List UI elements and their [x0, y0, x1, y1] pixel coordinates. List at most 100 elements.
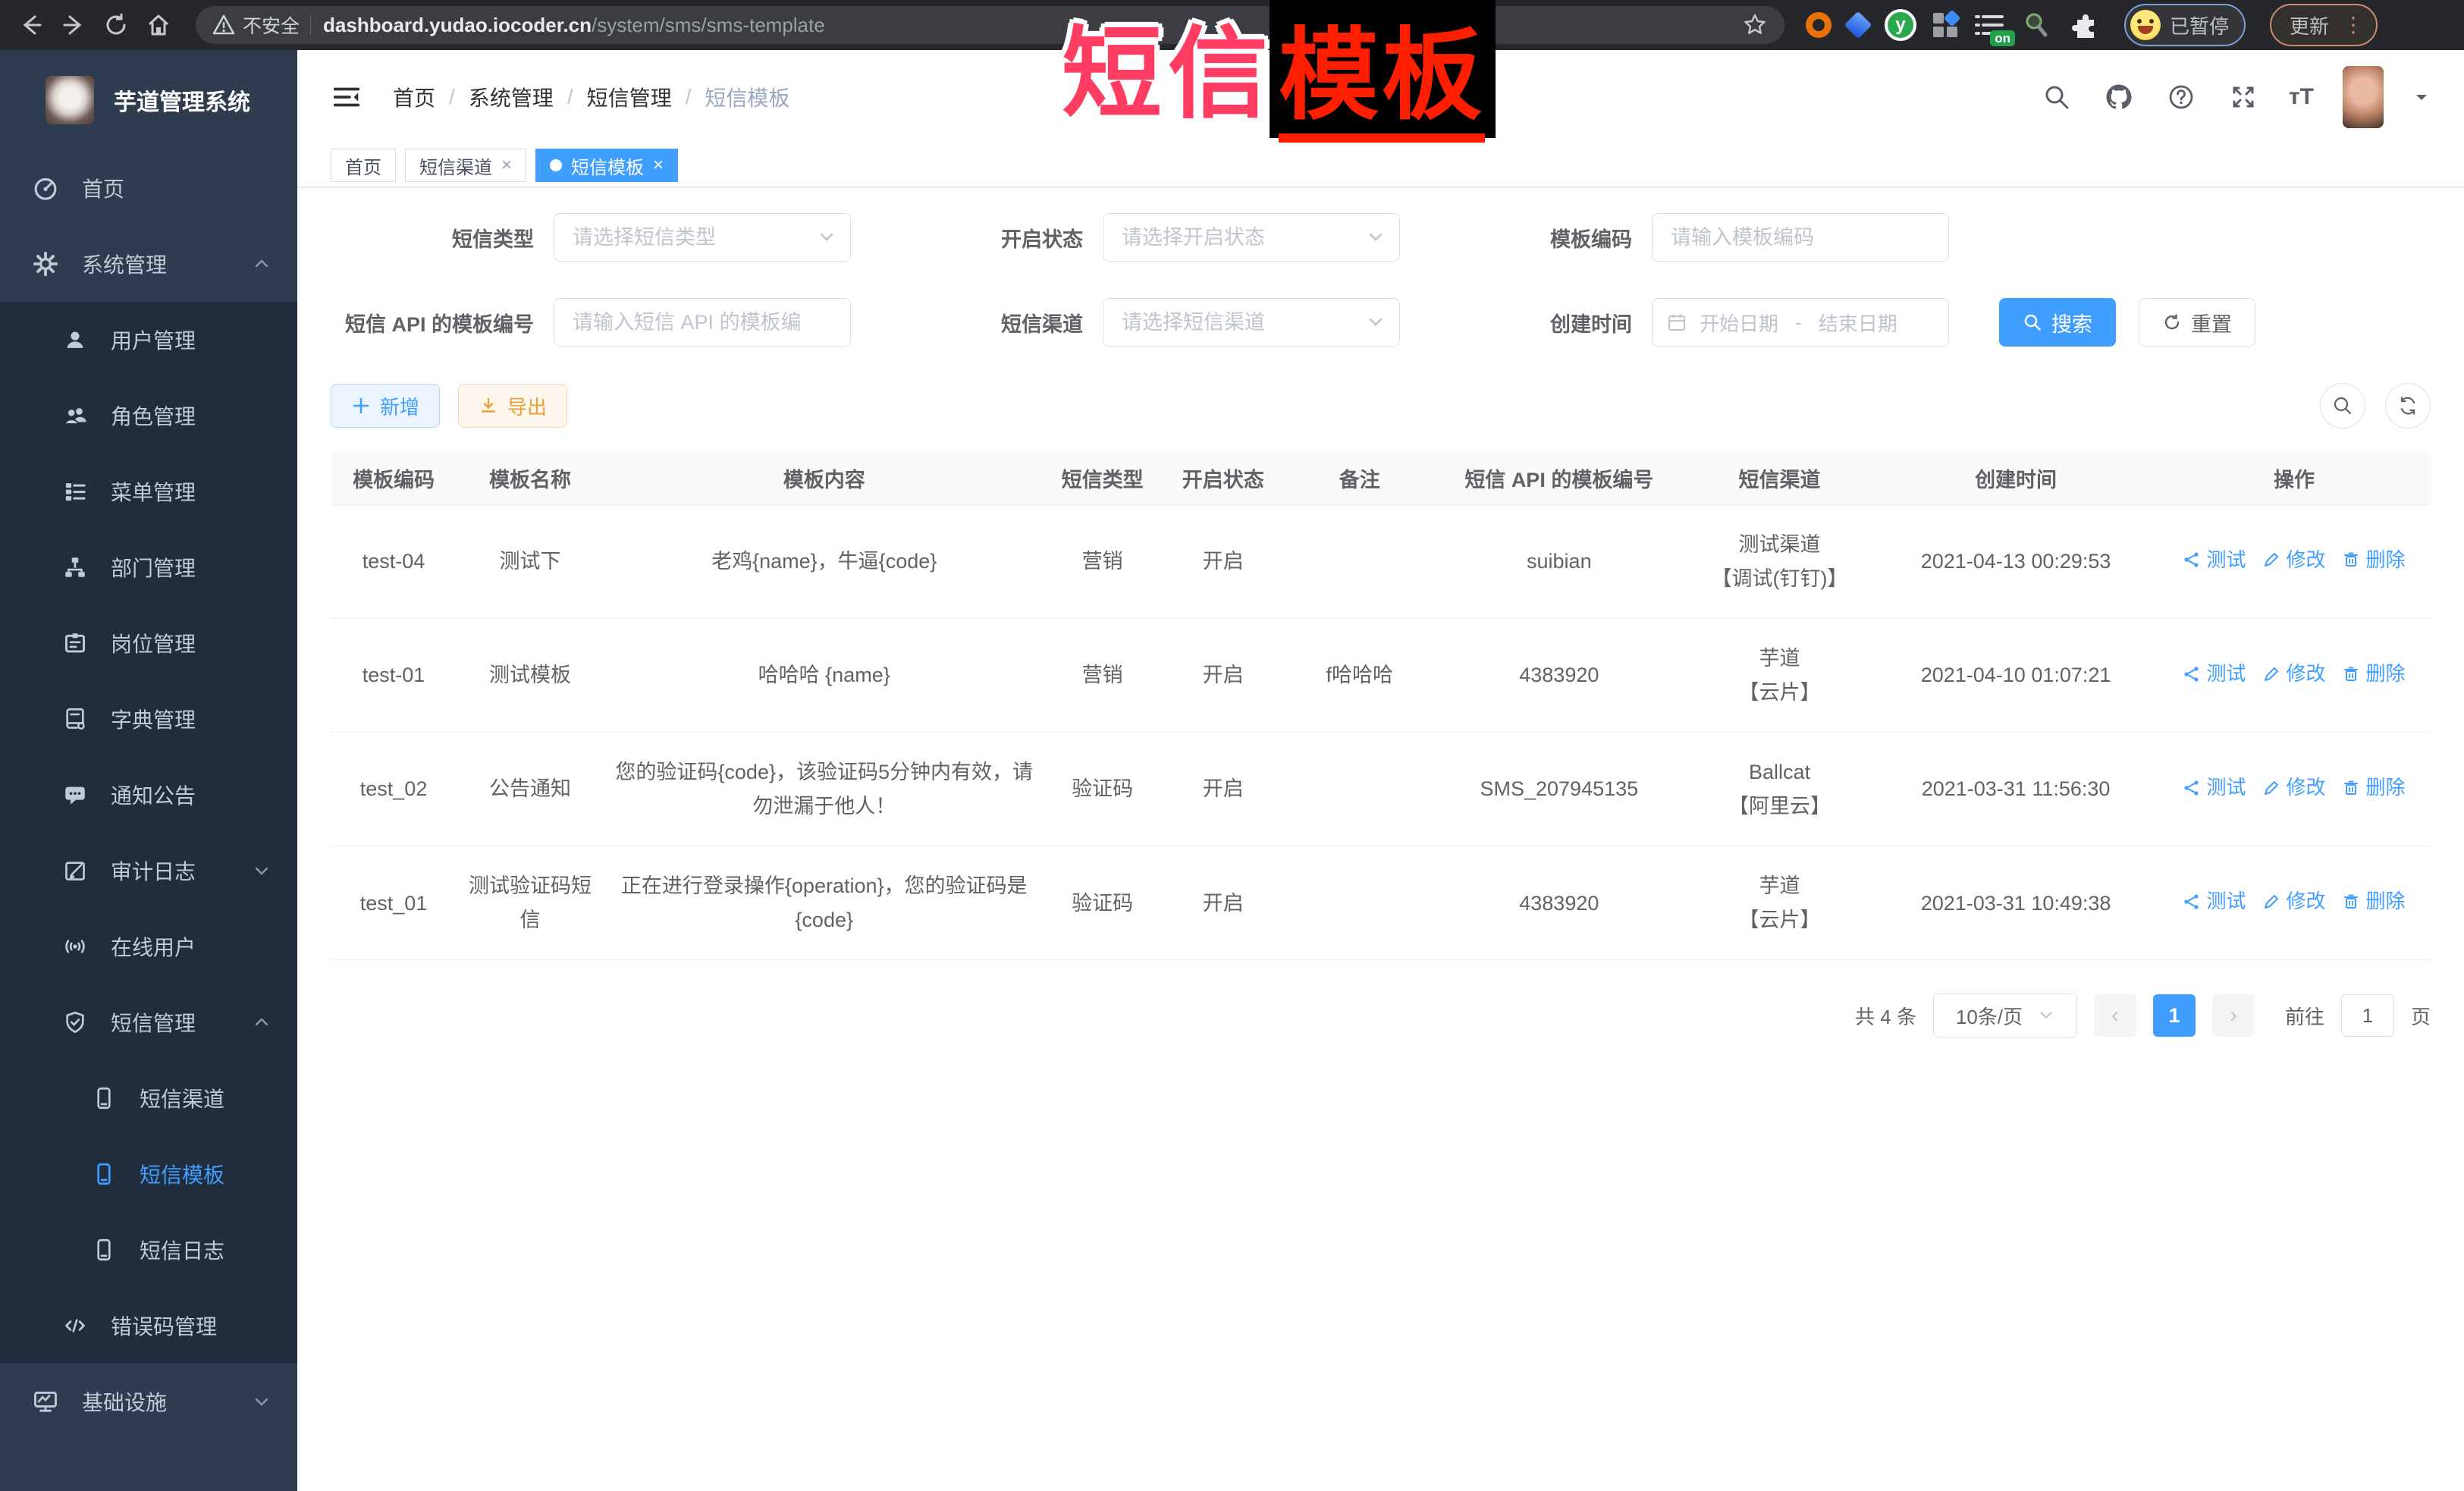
test-link[interactable]: 测试	[2183, 885, 2246, 918]
help-icon[interactable]	[2164, 80, 2198, 114]
tab-sms-template[interactable]: 短信模板×	[535, 149, 678, 182]
cell-actions: 测试修改删除	[2158, 619, 2431, 733]
refresh-table-button[interactable]	[2385, 383, 2431, 428]
browser-reload-button[interactable]	[99, 8, 133, 42]
extension-key-icon[interactable]	[2021, 10, 2051, 40]
delete-link[interactable]: 删除	[2342, 771, 2405, 804]
sidebar-item-roles[interactable]: 角色管理	[0, 378, 297, 454]
test-link[interactable]: 测试	[2183, 771, 2246, 804]
cell-status: 开启	[1160, 619, 1286, 733]
cell-code: test-04	[331, 505, 457, 619]
breadcrumb-item[interactable]: 首页	[393, 82, 435, 112]
sidebar-item-menus[interactable]: 菜单管理	[0, 454, 297, 529]
chevron-down-icon	[1367, 228, 1385, 246]
github-icon[interactable]	[2102, 80, 2136, 114]
bookmark-star-icon[interactable]	[1742, 12, 1768, 38]
sidebar-item-infrastructure[interactable]: 基础设施	[0, 1364, 297, 1439]
breadcrumb-item[interactable]: 短信管理	[587, 82, 672, 112]
sidebar-item-sms-template[interactable]: 短信模板	[0, 1136, 297, 1212]
next-page-button[interactable]: ›	[2212, 994, 2255, 1037]
phone-icon	[91, 1161, 117, 1187]
edit-link[interactable]: 修改	[2262, 885, 2325, 918]
tab-home[interactable]: 首页	[331, 149, 396, 182]
edit-link[interactable]: 修改	[2262, 658, 2325, 690]
extension-gem-icon[interactable]	[1844, 11, 1872, 39]
sidebar-item-home[interactable]: 首页	[0, 150, 297, 226]
date-range-picker[interactable]: 开始日期 - 结束日期	[1652, 298, 1949, 347]
sidebar-item-departments[interactable]: 部门管理	[0, 529, 297, 605]
search-button[interactable]: 搜索	[1999, 298, 2116, 347]
sidebar-item-sms-channel[interactable]: 短信渠道	[0, 1060, 297, 1136]
status-select[interactable]	[1103, 213, 1400, 262]
extension-on-badge: on	[1990, 30, 2015, 46]
prev-page-button[interactable]: ‹	[2094, 994, 2136, 1037]
sidebar-item-error-codes[interactable]: 错误码管理	[0, 1288, 297, 1364]
browser-profile-button[interactable]: 已暂停	[2124, 4, 2246, 46]
menu-tree-icon	[62, 479, 88, 504]
sidebar-item-label: 错误码管理	[111, 1311, 217, 1341]
browser-forward-button[interactable]	[56, 8, 91, 42]
sms-type-select-input[interactable]	[554, 213, 851, 262]
delete-link[interactable]: 删除	[2342, 544, 2405, 576]
export-button[interactable]: 导出	[458, 384, 567, 428]
sidebar-item-notices[interactable]: 通知公告	[0, 757, 297, 833]
page-number-1[interactable]: 1	[2153, 994, 2196, 1037]
profile-status: 已暂停	[2170, 11, 2229, 39]
sms-type-select[interactable]	[554, 213, 851, 262]
edit-link[interactable]: 修改	[2262, 544, 2325, 576]
sidebar-item-users[interactable]: 用户管理	[0, 302, 297, 378]
extension-grid-icon[interactable]	[1933, 13, 1957, 37]
test-link[interactable]: 测试	[2183, 544, 2246, 576]
sidebar-item-audit-log[interactable]: 审计日志	[0, 833, 297, 909]
table-row: test_02 公告通知 您的验证码{code}，该验证码5分钟内有效，请勿泄漏…	[331, 733, 2431, 846]
user-menu-caret-icon[interactable]	[2412, 88, 2431, 106]
header-search-button[interactable]	[2040, 80, 2073, 114]
browser-home-button[interactable]	[141, 8, 176, 42]
browser-back-button[interactable]	[14, 8, 49, 42]
browser-menu-icon[interactable]: ⋮	[2343, 19, 2364, 32]
browser-update-button[interactable]: 更新 ⋮	[2270, 4, 2378, 46]
test-link[interactable]: 测试	[2183, 658, 2246, 690]
screen: 不安全 dashboard.yudao.iocoder.cn /system/s…	[0, 0, 2464, 1491]
extension-y-icon[interactable]: y	[1885, 9, 1916, 41]
tab-close-icon[interactable]: ×	[653, 155, 664, 176]
address-bar[interactable]: 不安全 dashboard.yudao.iocoder.cn /system/s…	[196, 6, 1784, 44]
extension-ring-icon[interactable]	[1806, 12, 1832, 38]
template-code-input[interactable]	[1652, 213, 1949, 262]
sidebar-item-online-users[interactable]: 在线用户	[0, 909, 297, 984]
sidebar-item-sms[interactable]: 短信管理	[0, 984, 297, 1060]
goto-page-input[interactable]	[2341, 994, 2394, 1037]
api-template-id-input[interactable]	[554, 298, 851, 347]
edit-link[interactable]: 修改	[2262, 771, 2325, 804]
channel-select[interactable]	[1103, 298, 1400, 347]
table-row: test-01 测试模板 哈哈哈 {name} 营销 开启 f哈哈哈 43839…	[331, 619, 2431, 733]
delete-link[interactable]: 删除	[2342, 885, 2405, 918]
hamburger-collapse-button[interactable]	[331, 81, 363, 113]
status-select-input[interactable]	[1103, 213, 1400, 262]
add-button[interactable]: 新增	[331, 384, 440, 428]
fullscreen-icon[interactable]	[2227, 80, 2260, 114]
reset-button[interactable]: 重置	[2139, 298, 2255, 347]
sidebar-logo[interactable]: 芋道管理系统	[0, 50, 297, 150]
sidebar-item-posts[interactable]: 岗位管理	[0, 605, 297, 681]
sidebar-item-sms-log[interactable]: 短信日志	[0, 1212, 297, 1288]
extension-list-icon[interactable]: on	[1974, 11, 2004, 39]
extensions-puzzle-icon[interactable]	[2068, 11, 2097, 39]
chevron-down-icon	[1367, 313, 1385, 331]
show-search-toggle-button[interactable]	[2320, 383, 2365, 428]
font-size-icon[interactable]: ᴛT	[2289, 84, 2314, 110]
dictionary-icon	[62, 706, 88, 732]
cell-status: 开启	[1160, 733, 1286, 846]
sidebar-item-system[interactable]: 系统管理	[0, 226, 297, 302]
delete-link[interactable]: 删除	[2342, 658, 2405, 690]
forward-icon	[59, 11, 88, 39]
breadcrumb-item[interactable]: 系统管理	[469, 82, 554, 112]
tab-close-icon[interactable]: ×	[501, 155, 512, 176]
share-icon	[2183, 665, 2201, 683]
channel-select-input[interactable]	[1103, 298, 1400, 347]
tab-sms-channel[interactable]: 短信渠道×	[405, 149, 526, 182]
cell-remark	[1286, 846, 1433, 960]
user-avatar[interactable]	[2343, 66, 2384, 128]
sidebar-item-dict[interactable]: 字典管理	[0, 681, 297, 757]
page-size-select[interactable]: 10条/页	[1933, 993, 2077, 1037]
